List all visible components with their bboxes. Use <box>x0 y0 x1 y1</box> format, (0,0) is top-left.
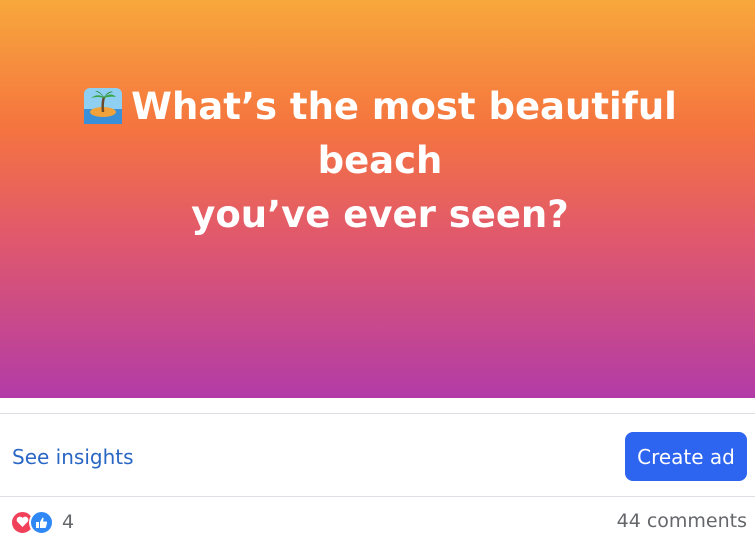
headline-line-2: you’ve ever seen? <box>191 193 569 236</box>
post-background-banner: What’s the most beautiful beach you’ve e… <box>0 0 755 398</box>
divider <box>0 496 755 497</box>
reaction-count: 4 <box>62 511 75 533</box>
post-card: What’s the most beautiful beach you’ve e… <box>0 0 755 542</box>
headline-line-1: What’s the most beautiful beach <box>131 85 677 182</box>
comments-count-link[interactable]: 44 comments <box>617 510 747 532</box>
island-icon <box>83 86 123 124</box>
divider <box>0 413 755 414</box>
post-headline: What’s the most beautiful beach you’ve e… <box>30 80 730 242</box>
create-ad-button[interactable]: Create ad <box>625 432 747 481</box>
like-icon <box>29 509 54 535</box>
reactions-summary[interactable]: 4 <box>10 509 74 535</box>
see-insights-link[interactable]: See insights <box>12 444 134 470</box>
